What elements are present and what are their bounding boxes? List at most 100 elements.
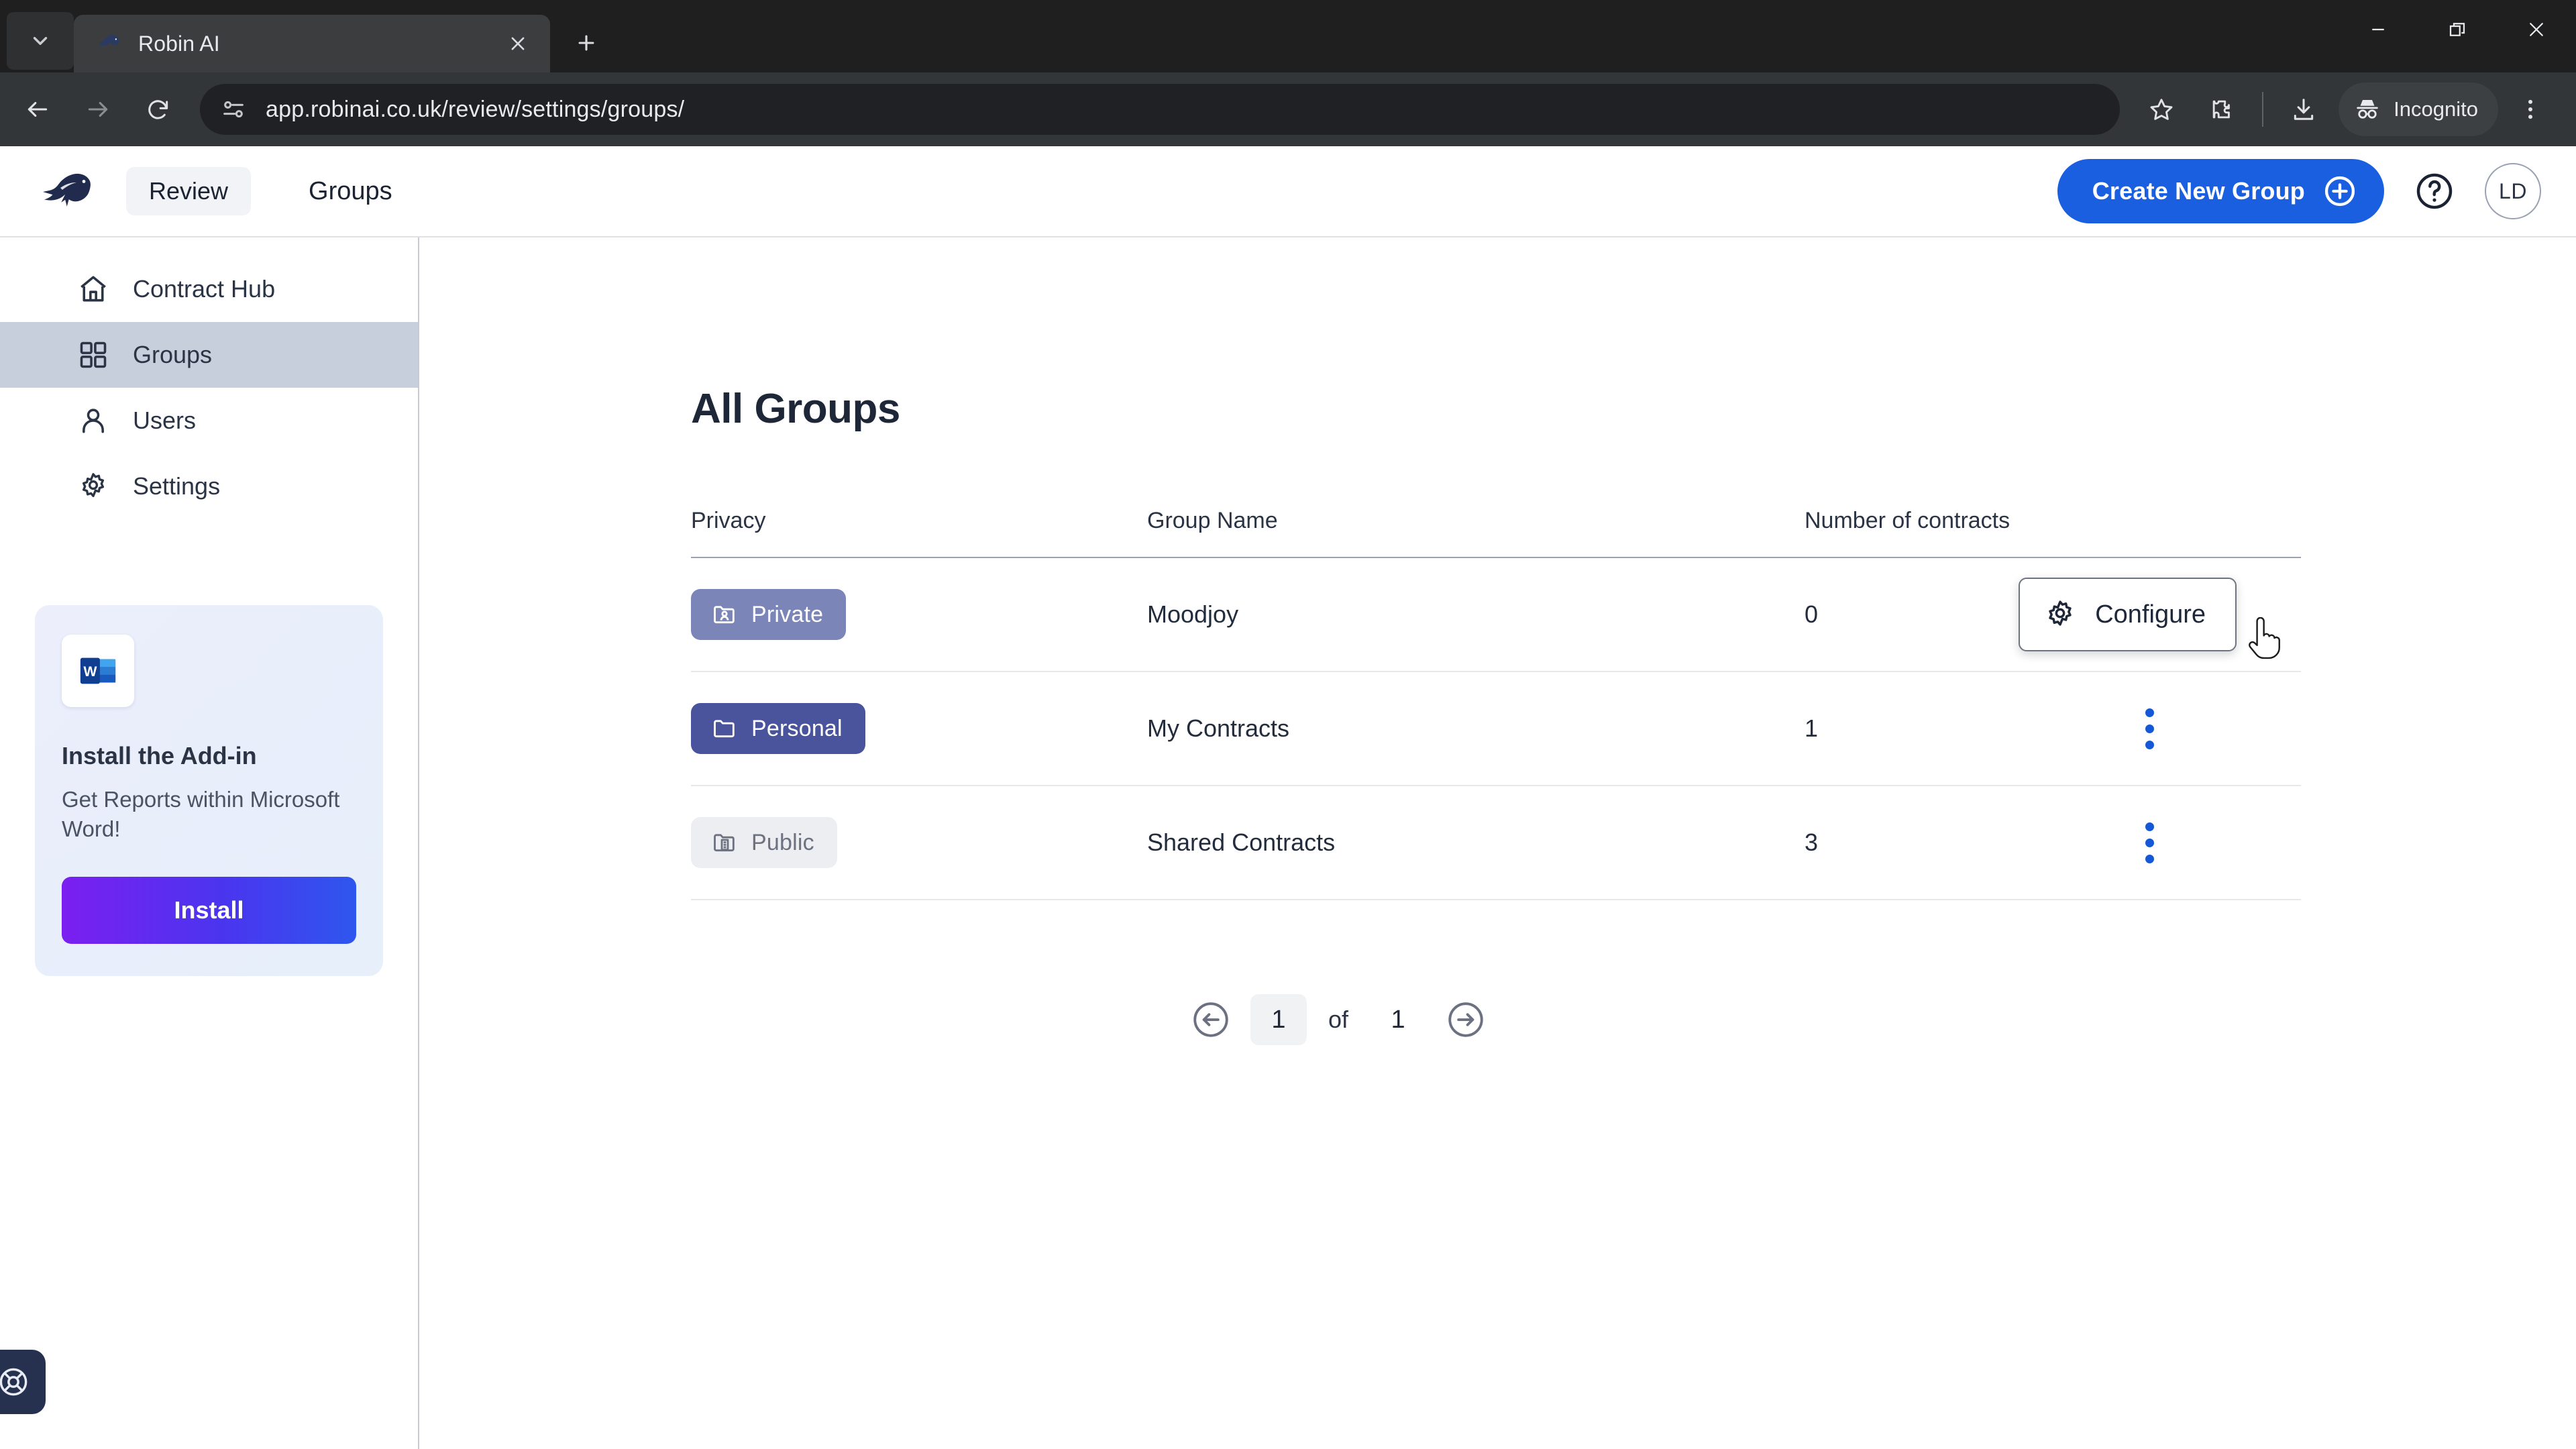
main-content: All Groups Privacy Group Name Number of … <box>419 237 2576 1449</box>
cell-group-name: My Contracts <box>1147 672 1805 786</box>
tune-sliders-icon[interactable] <box>217 93 250 125</box>
avatar-initials: LD <box>2499 178 2527 203</box>
gear-icon <box>2049 600 2072 626</box>
total-pages-value: 1 <box>1391 1005 1405 1034</box>
close-window-icon[interactable] <box>2497 0 2576 59</box>
create-new-group-label: Create New Group <box>2092 177 2305 205</box>
restore-window-icon[interactable] <box>2418 0 2497 59</box>
create-new-group-button[interactable]: Create New Group <box>2057 159 2384 223</box>
star-icon <box>2150 99 2173 120</box>
cell-privacy: Personal <box>691 672 1147 786</box>
new-tab-button[interactable] <box>561 17 612 68</box>
forward-button[interactable] <box>70 81 126 138</box>
next-page-button[interactable] <box>1444 998 1488 1042</box>
cell-actions <box>2120 672 2301 786</box>
cell-privacy: Public <box>691 786 1147 900</box>
configure-menu[interactable]: Configure <box>2019 578 2237 651</box>
url-text: app.robinai.co.uk/review/settings/groups… <box>266 96 685 122</box>
status-badge-public: Public <box>691 817 837 868</box>
incognito-indicator[interactable]: Incognito <box>2339 83 2498 136</box>
home-icon <box>75 271 111 307</box>
kebab-dot <box>2145 724 2154 733</box>
avatar[interactable]: LD <box>2485 163 2541 219</box>
tab-title: Robin AI <box>138 31 220 56</box>
cell-contract-count: 3 <box>1805 786 2120 900</box>
app-header: Review Groups Create New Group LD <box>0 146 2576 237</box>
close-icon[interactable] <box>499 25 537 62</box>
mouse-cursor-pointer <box>2249 617 2280 659</box>
app-header-actions: Create New Group LD <box>2057 159 2541 223</box>
install-addin-card: W Install the Add-in Get Reports within … <box>35 605 383 977</box>
folder-icon <box>714 720 735 738</box>
badge-label: Private <box>751 601 824 627</box>
extensions-button[interactable] <box>2194 81 2250 138</box>
badge-label: Public <box>751 829 814 855</box>
back-button[interactable] <box>9 81 66 138</box>
groups-table: Privacy Group Name Number of contracts P… <box>691 508 2301 900</box>
window-controls <box>2339 0 2576 72</box>
svg-text:W: W <box>83 663 97 680</box>
arrow-left-icon <box>28 101 48 117</box>
pagination-separator: of <box>1328 1006 1349 1033</box>
sidebar-item-label: Users <box>133 407 197 434</box>
current-page-value[interactable]: 1 <box>1250 994 1307 1045</box>
reload-icon <box>148 100 168 119</box>
arrow-left-circle-icon <box>1193 1002 1228 1037</box>
browser-menu-button[interactable] <box>2502 81 2559 138</box>
table-row: Private Moodjoy 0 Configure <box>691 557 2301 672</box>
puzzle-piece-icon <box>2212 100 2231 119</box>
cell-contract-count: 1 <box>1805 672 2120 786</box>
kebab-dot <box>2145 838 2154 847</box>
column-header-group-name: Group Name <box>1147 508 1805 558</box>
incognito-hat-icon <box>2357 100 2378 119</box>
install-button[interactable]: Install <box>62 877 356 945</box>
cell-privacy: Private <box>691 557 1147 672</box>
lifebuoy-support-icon <box>0 1368 28 1396</box>
sidebar-item-contract-hub[interactable]: Contract Hub <box>0 256 418 322</box>
folder-building-icon <box>714 834 735 852</box>
support-fab-button[interactable] <box>0 1350 46 1414</box>
sidebar-item-settings[interactable]: Settings <box>0 453 418 519</box>
chevron-down-icon <box>33 37 48 45</box>
plus-icon <box>578 35 594 51</box>
sidebar-item-label: Groups <box>133 341 213 368</box>
page-title: All Groups <box>691 386 900 432</box>
help-button[interactable] <box>2408 165 2461 217</box>
kebab-dot <box>2145 854 2154 863</box>
question-circle-icon <box>2416 173 2453 209</box>
breadcrumb-label: Groups <box>309 176 392 205</box>
product-tab-review[interactable]: Review <box>126 167 252 215</box>
minimize-icon[interactable] <box>2339 0 2418 59</box>
tab-search-button[interactable] <box>7 12 74 70</box>
column-header-privacy: Privacy <box>691 508 1147 558</box>
grid-squares-icon <box>75 337 111 373</box>
sidebar: Contract Hub Groups Users Settings W Ins… <box>0 237 419 1449</box>
sidebar-item-label: Settings <box>133 472 221 500</box>
folder-person-icon <box>714 606 735 624</box>
row-menu-button[interactable] <box>2128 818 2171 867</box>
kebab-dot <box>2145 708 2154 717</box>
table-row: Personal My Contracts 1 <box>691 672 2301 786</box>
user-icon <box>75 402 111 439</box>
download-icon <box>2294 99 2314 120</box>
address-bar[interactable]: app.robinai.co.uk/review/settings/groups… <box>200 84 2121 135</box>
install-addin-subtitle: Get Reports within Microsoft Word! <box>62 787 340 841</box>
robin-bird-logo[interactable] <box>40 168 98 215</box>
page-viewport: Review Groups Create New Group LD Contra… <box>0 146 2576 1449</box>
browser-tab[interactable]: Robin AI <box>74 15 550 72</box>
status-badge-personal: Personal <box>691 703 865 754</box>
sidebar-item-users[interactable]: Users <box>0 388 418 453</box>
arrow-right-icon <box>88 101 108 117</box>
toolbar-divider <box>2262 92 2264 127</box>
three-dots-vertical-icon <box>2528 99 2533 119</box>
sidebar-item-groups[interactable]: Groups <box>0 322 418 388</box>
row-menu-button[interactable] <box>2128 704 2171 753</box>
previous-page-button[interactable] <box>1189 998 1233 1042</box>
incognito-label: Incognito <box>2394 97 2478 121</box>
downloads-button[interactable] <box>2275 81 2332 138</box>
page-body: Contract Hub Groups Users Settings W Ins… <box>0 237 2576 1449</box>
groups-panel: All Groups Privacy Group Name Number of … <box>691 385 2301 1045</box>
microsoft-word-icon: W <box>62 635 134 707</box>
bookmark-button[interactable] <box>2133 81 2190 138</box>
reload-button[interactable] <box>130 81 186 138</box>
